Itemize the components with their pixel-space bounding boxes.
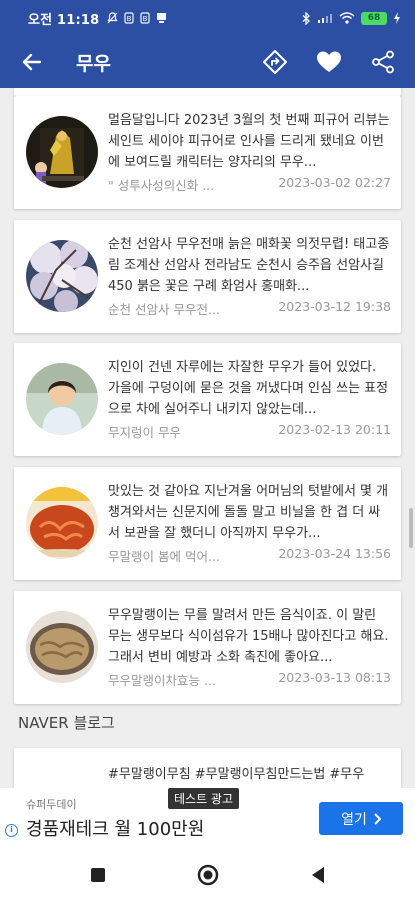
b-notification-icon: B: [124, 12, 135, 24]
share-button[interactable]: [361, 40, 405, 84]
ad-advertiser: 슈퍼두데이: [26, 798, 77, 811]
item-source: 무지렁이 무우: [108, 425, 181, 440]
square-icon: [90, 868, 105, 882]
app-bar-actions: [253, 40, 405, 84]
list-item[interactable]: [14, 88, 401, 96]
list-item[interactable]: #무말랭이무침 #무말랭이무침만드는법 #무우: [14, 748, 401, 788]
svg-text:B: B: [127, 15, 132, 23]
back-nav-button[interactable]: [298, 855, 338, 895]
item-date: 2023-03-12 19:38: [278, 299, 391, 314]
notification-icons: B B: [107, 12, 167, 24]
status-right-icons: 68: [302, 11, 401, 25]
media-notification-icon: [157, 13, 167, 23]
list-item[interactable]: 순천 선암사 무우전매 늙은 매화꽃 의젓무렵! 태고종림 조계산 선암사 전라…: [14, 220, 401, 333]
ad-info-icon[interactable]: i: [5, 824, 18, 837]
item-date: 2023-03-24 13:56: [278, 546, 391, 561]
item-source: 무우말랭이차효능 ...: [108, 673, 216, 688]
ad-badge: 테스트 광고: [168, 788, 240, 809]
charging-icon: [394, 12, 400, 24]
thumbnail-image: [26, 611, 98, 683]
signal-icon: [318, 14, 332, 23]
battery-icon: 68: [361, 11, 387, 25]
directions-button[interactable]: [253, 40, 297, 84]
arrow-left-icon: [22, 53, 42, 71]
status-bar: 오전 11:18 B B 68: [0, 0, 415, 36]
thumbnail-image: [26, 487, 98, 559]
thumbnail-image: [26, 363, 98, 435]
wifi-icon: [339, 12, 355, 24]
share-icon: [372, 50, 394, 74]
chevron-right-icon: [374, 812, 381, 825]
item-snippet: 맛있는 것 같아요 지난겨울 어머님의 텃밭에서 몇 개 챙겨와서는 신문지에 …: [108, 484, 389, 541]
ad-open-button[interactable]: 열기: [319, 802, 403, 835]
directions-icon: [263, 50, 287, 74]
thumbnail-image: [26, 116, 98, 188]
list-item[interactable]: 멀음달입니다 2023년 3월의 첫 번째 피규어 리뷰는 세인트 세이야 피규…: [14, 96, 401, 209]
item-source: 순천 선암사 무우전...: [108, 302, 220, 317]
page-title: 무우: [76, 52, 111, 75]
mute-icon: [107, 12, 119, 24]
section-label: NAVER 블로그: [18, 714, 115, 732]
result-list: 멀음달입니다 2023년 3월의 첫 번째 피규어 리뷰는 세인트 세이야 피규…: [0, 88, 415, 788]
heart-icon: [317, 51, 341, 72]
item-snippet: #무말랭이무침 #무말랭이무침만드는법 #무우: [108, 767, 365, 782]
item-date: 2023-03-13 08:13: [278, 670, 391, 685]
item-snippet: 멀음달입니다 2023년 3월의 첫 번째 피규어 리뷰는 세인트 세이야 피규…: [108, 113, 390, 170]
back-button[interactable]: [10, 40, 54, 84]
item-snippet: 순천 선암사 무우전매 늙은 매화꽃 의젓무렵! 태고종림 조계산 선암사 전라…: [108, 237, 390, 294]
ad-open-label: 열기: [341, 811, 367, 828]
scrollbar[interactable]: [409, 508, 413, 548]
home-button[interactable]: [188, 855, 228, 895]
list-item[interactable]: 지인이 건넨 자루에는 자잘한 무우가 들어 있었다. 가을에 구덩이에 묻은 …: [14, 343, 401, 456]
app-bar: 무우: [0, 36, 415, 88]
ad-banner[interactable]: 테스트 광고 슈퍼두데이 경품재테크 월 100만원 i 열기: [0, 788, 415, 850]
triangle-back-icon: [311, 867, 324, 883]
item-date: 2023-03-02 02:27: [278, 175, 391, 190]
item-date: 2023-02-13 20:11: [278, 422, 391, 437]
item-source: 무말랭이 봄에 먹어...: [108, 549, 220, 564]
bluetooth-icon: [302, 11, 310, 25]
b-notification-icon-2: B: [140, 12, 151, 24]
circle-icon: [197, 864, 218, 886]
list-item[interactable]: 맛있는 것 같아요 지난겨울 어머님의 텃밭에서 몇 개 챙겨와서는 신문지에 …: [14, 467, 401, 580]
list-item[interactable]: 무우말랭이는 무를 말려서 만든 음식이죠. 이 말린 무는 생무보다 식이섬유…: [14, 591, 401, 704]
system-nav-bar: [0, 850, 415, 900]
item-snippet: 무우말랭이는 무를 말려서 만든 음식이죠. 이 말린 무는 생무보다 식이섬유…: [108, 608, 389, 665]
recents-button[interactable]: [78, 855, 118, 895]
ad-headline: 경품재테크 월 100만원: [26, 819, 205, 840]
item-source: " 성투사성의신화 ...: [108, 178, 215, 193]
thumbnail-image: [26, 240, 98, 312]
favorite-button[interactable]: [307, 40, 351, 84]
item-snippet: 지인이 건넨 자루에는 자잘한 무우가 들어 있었다. 가을에 구덩이에 묻은 …: [108, 360, 389, 417]
status-time: 오전 11:18: [28, 12, 100, 28]
svg-text:B: B: [143, 15, 148, 23]
